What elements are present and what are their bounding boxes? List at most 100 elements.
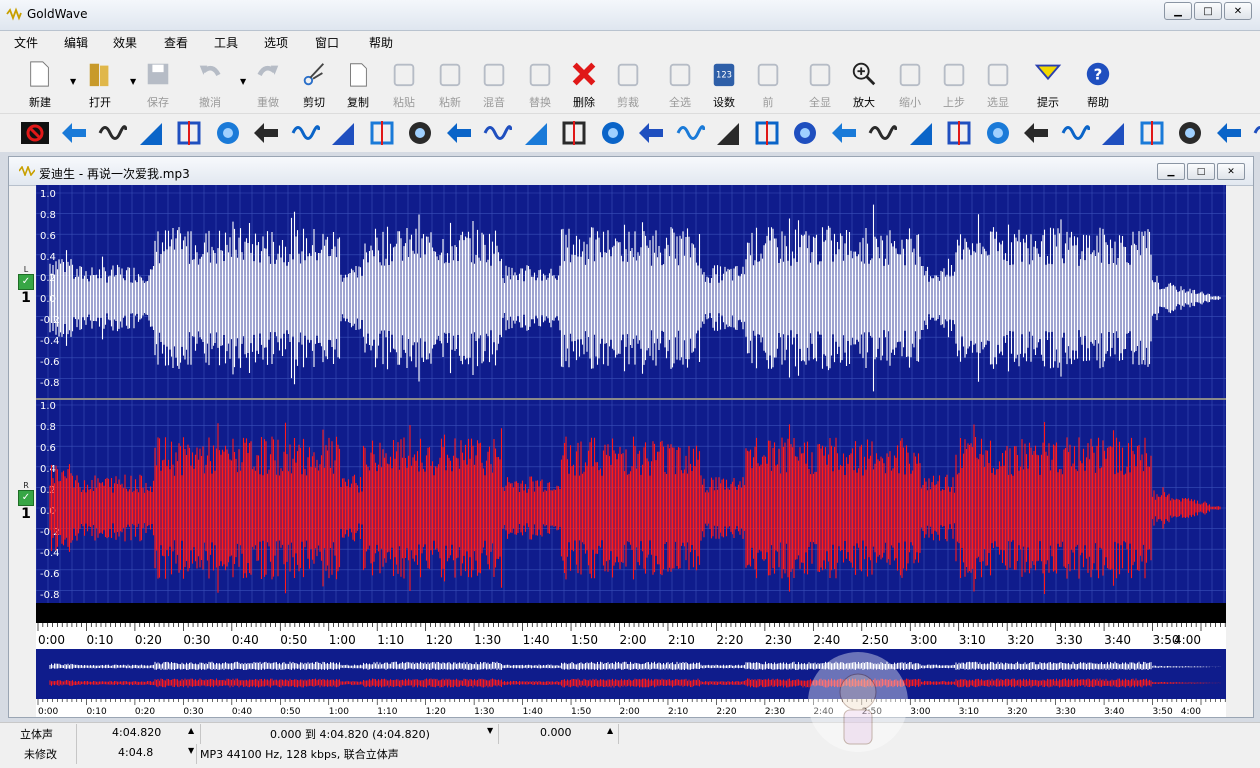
effect-button-icon-6[interactable]	[213, 118, 243, 148]
toolbar-button-previous[interactable]: 前	[746, 57, 790, 111]
amplitude-tick-label: 0.8	[40, 210, 56, 221]
right-channel-enable-checkbox[interactable]: ✓	[18, 490, 34, 506]
effect-button-icon-20[interactable]	[752, 118, 782, 148]
toolbar-button-delete[interactable]: 删除	[562, 57, 606, 111]
toolbar-button-paste[interactable]: 粘贴	[382, 57, 426, 111]
left-channel-letter: L	[23, 265, 29, 274]
previous-icon	[757, 63, 779, 87]
toolbar-button-redo[interactable]: 重做	[246, 57, 290, 111]
copy-icon	[350, 63, 367, 87]
effect-button-icon-31[interactable]	[1175, 118, 1205, 148]
effect-button-icon-29[interactable]	[1098, 118, 1128, 148]
menu-effects[interactable]: 效果	[113, 34, 137, 51]
effect-button-icon-17[interactable]	[636, 118, 666, 148]
doc-minimize-button[interactable]: ▁	[1157, 163, 1185, 180]
maximize-button[interactable]: □	[1194, 2, 1222, 20]
effect-button-icon-22[interactable]	[829, 118, 859, 148]
status-selection-dropdown[interactable]: ▼	[487, 726, 493, 735]
status-bar: 立体声 4:04.820 ▲ 0.000 到 4:04.820 (4:04.82…	[0, 722, 1260, 768]
menu-window[interactable]: 窗口	[315, 34, 339, 51]
effect-button-icon-4[interactable]	[136, 118, 166, 148]
effect-button-icon-16[interactable]	[598, 118, 628, 148]
time-ruler[interactable]: 0:00 0:10 0:20 0:30 0:40 0:50 1:00 1:10 1:20 1:30…	[36, 613, 1226, 649]
toolbar-button-zoom-all[interactable]: 全显	[798, 57, 842, 111]
toolbar-button-set-values[interactable]: 123 设数	[702, 57, 746, 111]
effect-button-icon-24[interactable]	[906, 118, 936, 148]
document-window: 爱迪生 - 再说一次爱我.mp3 ▁ □ ✕ L ✓ 1 R ✓ 1 1.0 1.…	[8, 156, 1254, 718]
close-button[interactable]: ✕	[1224, 2, 1252, 20]
toolbar-button-undo[interactable]: 撤消	[188, 57, 232, 111]
overview-waveform[interactable]	[36, 649, 1226, 699]
effect-button-icon-10[interactable]	[367, 118, 397, 148]
toolbar-button-save[interactable]: 保存	[136, 57, 180, 111]
doc-close-button[interactable]: ✕	[1217, 163, 1245, 180]
effect-button-icon-1[interactable]	[20, 118, 50, 148]
effect-button-icon-18[interactable]	[675, 118, 705, 148]
effect-button-icon-12[interactable]	[444, 118, 474, 148]
toolbar-button-paste-new[interactable]: 粘新	[428, 57, 472, 111]
menu-edit[interactable]: 编辑	[64, 34, 88, 51]
amplitude-tick-label: 0.6	[40, 231, 56, 242]
effect-button-icon-7[interactable]	[251, 118, 281, 148]
menu-tools[interactable]: 工具	[214, 34, 238, 51]
doc-maximize-button[interactable]: □	[1187, 163, 1215, 180]
toolbar-button-open-folder[interactable]: 打开	[78, 57, 122, 111]
toolbar-dropdown-arrow-icon[interactable]: ▼	[70, 77, 76, 86]
toolbar-button-scissors[interactable]: 剪切	[292, 57, 336, 111]
effect-button-icon-30[interactable]	[1137, 118, 1167, 148]
status-position-dropdown[interactable]: ▲	[607, 726, 613, 735]
effect-button-icon-23[interactable]	[867, 118, 897, 148]
effect-button-icon-13[interactable]	[482, 118, 512, 148]
status-length-short-dropdown[interactable]: ▼	[188, 746, 194, 755]
toolbar-button-label: 粘新	[439, 96, 461, 109]
toolbar-button-label: 前	[762, 96, 774, 109]
toolbar-button-cue[interactable]: 提示	[1026, 57, 1070, 111]
effect-button-icon-28[interactable]	[1060, 118, 1090, 148]
menu-options[interactable]: 选项	[264, 34, 288, 51]
left-channel-enable-checkbox[interactable]: ✓	[18, 274, 34, 290]
effect-button-icon-27[interactable]	[1021, 118, 1051, 148]
toolbar-button-select-all[interactable]: 全选	[658, 57, 702, 111]
toolbar-button-copy[interactable]: 复制	[336, 57, 380, 111]
toolbar-button-zoom-previous[interactable]: 上步	[932, 57, 976, 111]
status-length: 4:04.820	[112, 726, 162, 739]
effect-button-icon-8[interactable]	[290, 118, 320, 148]
effect-button-icon-26[interactable]	[983, 118, 1013, 148]
effect-button-icon-33[interactable]	[1252, 118, 1260, 148]
amplitude-tick-label: 0.4	[40, 464, 56, 475]
select-all-icon	[669, 63, 691, 87]
amplitude-tick-label: 1.0	[40, 189, 56, 200]
effect-button-icon-21[interactable]	[790, 118, 820, 148]
effect-button-icon-32[interactable]	[1214, 118, 1244, 148]
toolbar-button-zoom-in[interactable]: 放大	[842, 57, 886, 111]
menu-help[interactable]: 帮助	[369, 34, 393, 51]
waveform-display[interactable]: 1.01.00.80.80.60.60.40.40.20.20.00.0-0.2…	[36, 185, 1226, 613]
menu-view[interactable]: 查看	[164, 34, 188, 51]
time-tick-label: 0:40	[232, 633, 259, 647]
effect-button-icon-5[interactable]	[174, 118, 204, 148]
toolbar-button-help[interactable]: ? 帮助	[1076, 57, 1120, 111]
effect-button-icon-3[interactable]	[97, 118, 127, 148]
effect-button-icon-15[interactable]	[559, 118, 589, 148]
toolbar-button-mix[interactable]: 混音	[472, 57, 516, 111]
toolbar-button-label: 提示	[1037, 96, 1059, 109]
minimize-button[interactable]: ▁	[1164, 2, 1192, 20]
overview-time-ruler: 0:00 0:10 0:20 0:30 0:40 0:50 1:00 1:10 1:20 1:30…	[36, 699, 1226, 717]
effect-button-icon-2[interactable]	[59, 118, 89, 148]
effect-button-icon-14[interactable]	[521, 118, 551, 148]
effect-button-icon-9[interactable]	[328, 118, 358, 148]
toolbar-button-zoom-selection[interactable]: 选显	[976, 57, 1020, 111]
toolbar-button-zoom-out[interactable]: 缩小	[888, 57, 932, 111]
menu-file[interactable]: 文件	[14, 34, 38, 51]
overview-time-tick-label: 2:20	[716, 707, 736, 717]
toolbar-button-label: 保存	[147, 96, 169, 109]
effect-button-icon-19[interactable]	[713, 118, 743, 148]
toolbar-button-replace[interactable]: 替换	[518, 57, 562, 111]
time-tick-label: 2:00	[620, 633, 647, 647]
toolbar-button-trim[interactable]: 剪裁	[606, 57, 650, 111]
overview-time-tick-label: 1:40	[523, 707, 543, 717]
status-length-dropdown[interactable]: ▲	[188, 726, 194, 735]
effect-button-icon-25[interactable]	[944, 118, 974, 148]
toolbar-button-new-file[interactable]: 新建	[18, 57, 62, 111]
effect-button-icon-11[interactable]	[405, 118, 435, 148]
